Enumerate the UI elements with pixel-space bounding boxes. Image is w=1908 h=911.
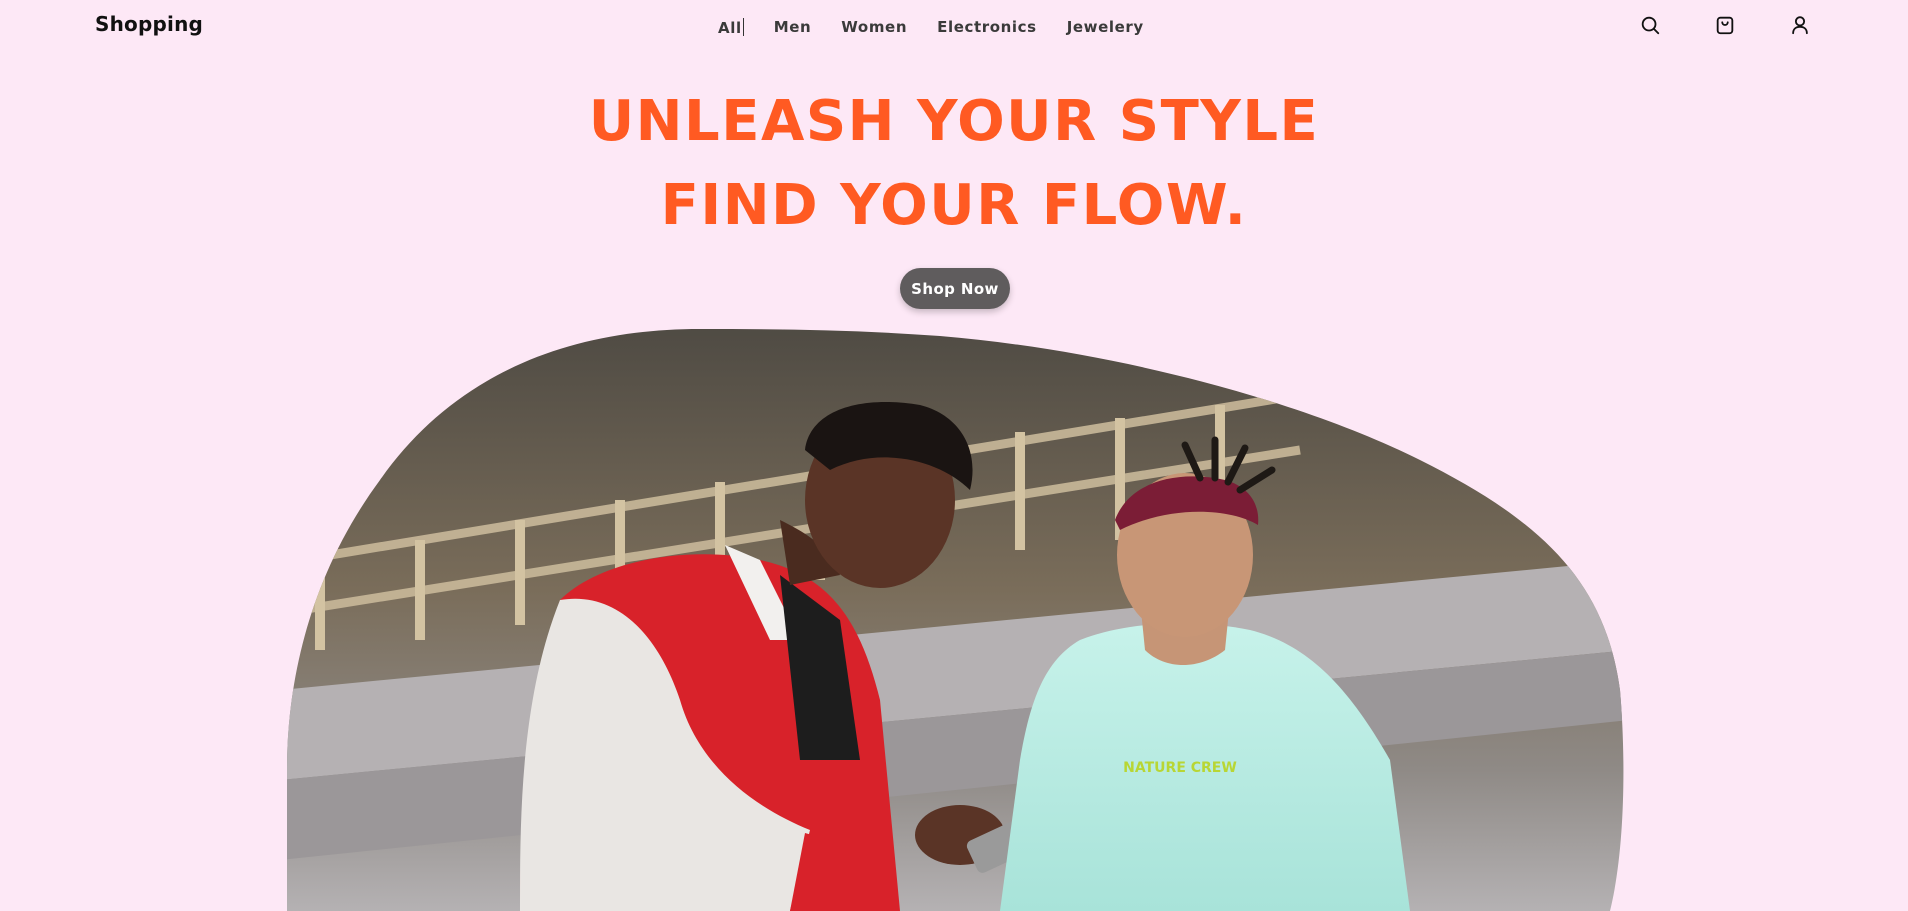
search-icon[interactable] [1639, 14, 1661, 36]
person-mint-shirt: NATURE CREW [1000, 436, 1410, 911]
shopping-bag-icon[interactable] [1714, 14, 1736, 36]
nav-item-electronics[interactable]: Electronics [937, 18, 1037, 37]
nav-item-all[interactable]: All [718, 18, 744, 37]
nav-item-label: All [718, 19, 742, 37]
shop-now-button[interactable]: Shop Now [900, 268, 1010, 309]
person-red-jacket [520, 402, 1028, 911]
category-nav: All Men Women Electronics Jewelery [718, 18, 1144, 37]
hero-headline-line-2: FIND YOUR FLOW. [660, 173, 1248, 238]
site-header: Shopping All Men Women Electronics Jewel… [0, 0, 1908, 56]
shirt-print-text: NATURE CREW [1123, 760, 1237, 776]
nav-item-men[interactable]: Men [774, 18, 812, 37]
text-cursor [742, 18, 744, 36]
nav-item-women[interactable]: Women [841, 18, 907, 37]
page: Shopping All Men Women Electronics Jewel… [0, 0, 1908, 911]
nav-item-jewelery[interactable]: Jewelery [1067, 18, 1144, 37]
hero-headline-line-1: UNLEASH YOUR STYLE [588, 89, 1320, 154]
user-icon[interactable] [1789, 14, 1811, 36]
brand-logo[interactable]: Shopping [95, 12, 203, 36]
